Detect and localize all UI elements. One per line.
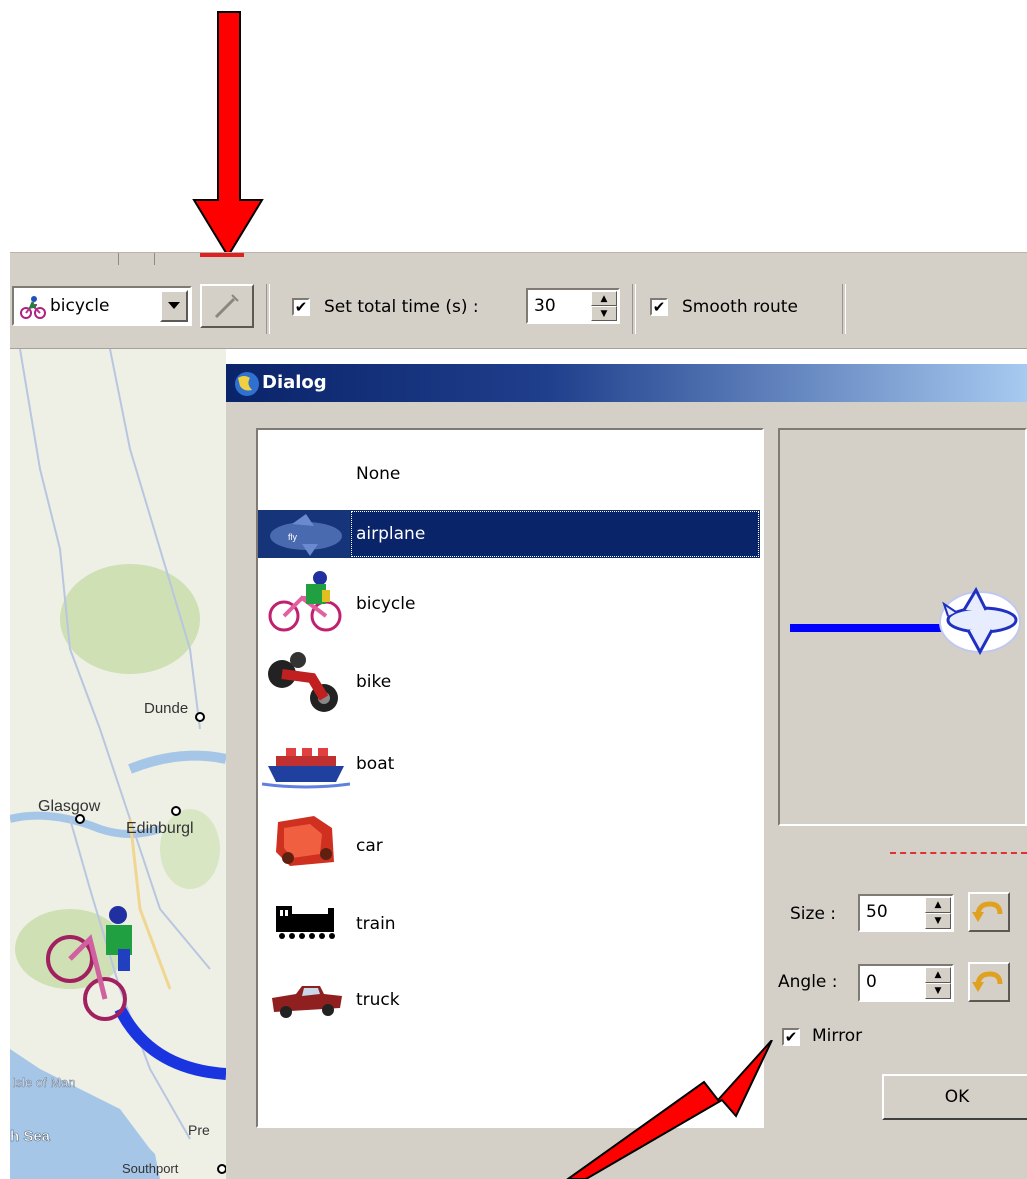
spin-down-button[interactable]: ▼: [925, 913, 951, 929]
toolbar: bicycle ✔ Set total time (s) : 30 ▲ ▼ ✔ S…: [10, 268, 1027, 349]
map-label: Edinburgl: [126, 820, 194, 837]
dialog-titlebar[interactable]: Dialog: [226, 364, 1027, 402]
dialog-title: Dialog: [262, 372, 327, 393]
ok-button[interactable]: OK: [882, 1074, 1027, 1120]
motorbike-icon: [268, 652, 338, 712]
vehicle-list-item-none[interactable]: None: [258, 440, 762, 510]
wand-icon: [214, 294, 239, 319]
undo-arrow-icon: [972, 901, 1003, 922]
vehicle-list-item-boat[interactable]: boat: [258, 726, 762, 796]
size-value: 50: [866, 902, 888, 922]
spin-up-button[interactable]: ▲: [925, 897, 951, 913]
list-item-label: airplane: [356, 524, 426, 544]
list-item-label: train: [356, 914, 396, 934]
toolbar-top-strip: [10, 252, 1027, 269]
vehicle-list-item-truck[interactable]: truck: [258, 966, 762, 1036]
reset-size-button[interactable]: [968, 892, 1010, 932]
undo-arrow-icon: [972, 971, 1003, 992]
bicycle-icon: [268, 571, 342, 632]
svg-text:fly: fly: [288, 532, 298, 542]
spin-down-button[interactable]: ▼: [925, 983, 951, 999]
angle-spinbox[interactable]: 0 ▲ ▼: [858, 964, 954, 1002]
map-label: Pre: [188, 1122, 210, 1138]
set-total-time-label: Set total time (s) :: [324, 297, 479, 317]
list-item-label: truck: [356, 990, 400, 1010]
car-icon: [276, 816, 334, 866]
toolbar-separator: [266, 284, 270, 334]
spin-up-button[interactable]: ▲: [591, 291, 617, 306]
map-view[interactable]: Dunde Glasgow Edinburgl Isle of Man h Se…: [10, 349, 226, 1179]
smooth-route-label: Smooth route: [682, 297, 798, 317]
annotation-arrow-down: [192, 11, 264, 258]
dashed-guide-line: [890, 852, 1027, 856]
vehicle-list-item-train[interactable]: train: [258, 886, 762, 956]
size-label: Size :: [790, 904, 837, 924]
spin-down-button[interactable]: ▼: [591, 306, 617, 321]
train-icon: [276, 906, 335, 939]
size-spinbox[interactable]: 50 ▲ ▼: [858, 894, 954, 932]
toolbar-separator: [632, 284, 636, 334]
list-item-label: bike: [356, 672, 392, 692]
total-time-value: 30: [534, 296, 556, 316]
list-item-label: car: [356, 836, 383, 856]
map-label: Southport: [122, 1161, 179, 1176]
vehicle-select-value: bicycle: [50, 296, 110, 316]
app-globe-icon: [235, 372, 259, 396]
draw-route-button[interactable]: [200, 284, 254, 328]
vehicle-list-item-bike[interactable]: bike: [258, 646, 762, 716]
list-item-label: boat: [356, 754, 395, 774]
preview-canvas: [790, 586, 1021, 656]
airplane-icon: fly: [270, 514, 342, 556]
set-total-time-checkbox[interactable]: ✔: [292, 298, 310, 316]
vehicle-list-item-bicycle[interactable]: bicycle: [258, 566, 762, 636]
dropdown-button[interactable]: [160, 290, 188, 322]
truck-icon: [272, 986, 342, 1018]
chevron-down-icon: [168, 302, 180, 309]
map-label: h Sea: [10, 1128, 51, 1145]
spin-up-button[interactable]: ▲: [925, 967, 951, 983]
list-item-label: None: [356, 464, 401, 484]
annotation-arrow-diagonal: [566, 1040, 773, 1179]
bicycle-icon: [20, 296, 46, 319]
boat-icon: [262, 748, 350, 789]
angle-value: 0: [866, 972, 877, 992]
smooth-route-checkbox[interactable]: ✔: [650, 298, 668, 316]
active-tab-marker: [200, 253, 244, 257]
vehicle-list[interactable]: None fly airplane bicycle bike boat car …: [256, 428, 764, 1128]
airplane-icon: [939, 586, 1021, 656]
map-label: Dunde: [144, 700, 188, 717]
vehicle-select[interactable]: bicycle: [12, 286, 192, 326]
list-item-label: bicycle: [356, 594, 416, 614]
angle-label: Angle :: [778, 972, 838, 992]
map-label: Glasgow: [38, 798, 101, 815]
toolbar-separator: [842, 284, 846, 334]
reset-angle-button[interactable]: [968, 962, 1010, 1002]
vehicle-preview: [778, 428, 1027, 826]
map-label: Isle of Man: [12, 1075, 76, 1090]
total-time-spinbox[interactable]: 30 ▲ ▼: [526, 288, 620, 324]
vehicle-list-item-car[interactable]: car: [258, 806, 762, 876]
mirror-label: Mirror: [812, 1026, 863, 1046]
